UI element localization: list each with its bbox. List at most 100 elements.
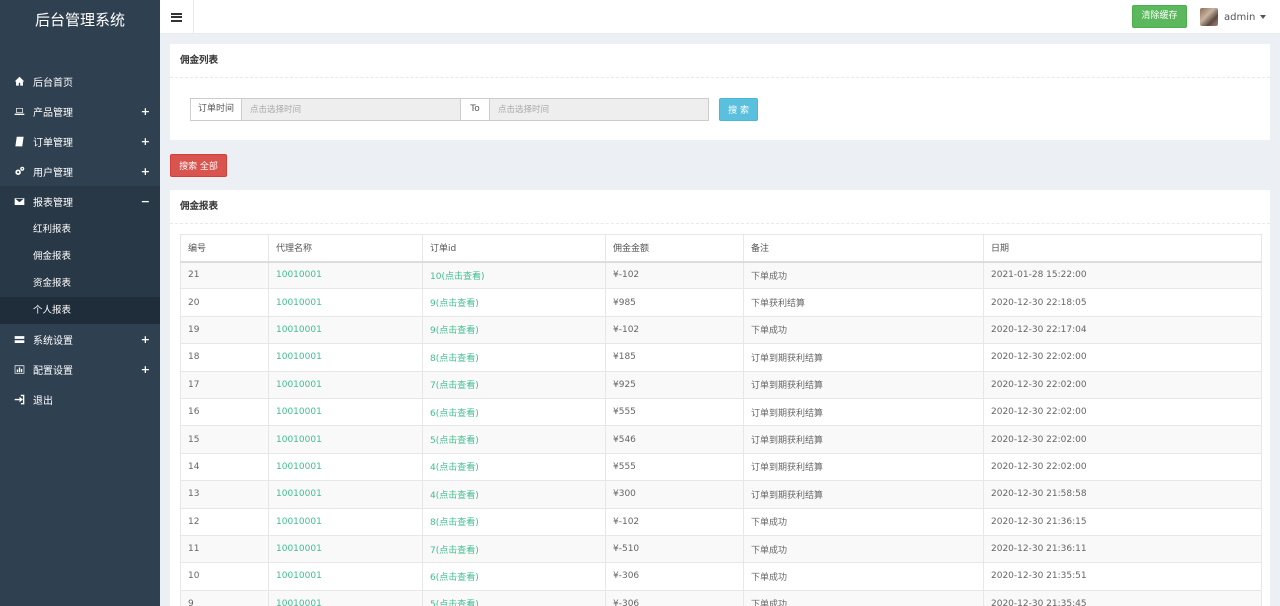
cell-note: 订单到期获利结算 (743, 425, 984, 454)
agent-link[interactable]: 10010001 (276, 270, 322, 280)
column-header-note[interactable]: 备注 (743, 234, 984, 263)
order-link[interactable]: 9(点击查看) (430, 326, 479, 336)
order-link[interactable]: 10(点击查看) (430, 272, 484, 282)
cell-note: 订单到期获利结算 (743, 370, 984, 399)
sidebar-subitem-commission[interactable]: 佣金报表 (0, 243, 160, 270)
agent-link[interactable]: 10010001 (276, 325, 322, 335)
commission-table: 编号 代理名称 订单id 佣金金额 备注 日期 21 10010001 10(点击查… (180, 234, 1262, 606)
cell-amount: ¥185 (605, 343, 744, 372)
sidebar-item-label: 退出 (33, 395, 53, 407)
order-link[interactable]: 6(点击查看) (430, 409, 479, 419)
order-link[interactable]: 5(点击查看) (430, 436, 479, 446)
cell-date: 2020-12-30 22:18:05 (983, 288, 1262, 317)
panel-title: 佣金列表 (170, 44, 1270, 78)
cell-agent: 10010001 (268, 534, 423, 564)
sidebar-item-system[interactable]: 系统设置 + (0, 324, 160, 354)
order-link[interactable]: 5(点击查看) (430, 600, 479, 606)
sidebar-subitem-funds[interactable]: 资金报表 (0, 270, 160, 297)
cell-date: 2020-12-30 22:02:00 (983, 452, 1262, 482)
server-icon (13, 333, 25, 345)
cell-date: 2020-12-30 22:02:00 (983, 425, 1262, 454)
end-date-input[interactable] (490, 98, 710, 121)
cell-amount: ¥300 (605, 480, 744, 509)
agent-link[interactable]: 10010001 (276, 407, 322, 417)
sidebar-subitem-personal[interactable]: 个人报表 (0, 297, 160, 324)
menu-toggle-button[interactable] (160, 0, 194, 34)
cell-order: 9(点击查看) (422, 288, 606, 317)
agent-link[interactable]: 10010001 (276, 489, 322, 499)
cell-id: 11 (180, 534, 269, 564)
avatar (1200, 8, 1218, 26)
search-all-button[interactable]: 搜索 全部 (170, 154, 227, 177)
search-button[interactable]: 搜 索 (719, 98, 759, 121)
cell-agent: 10010001 (268, 425, 423, 454)
order-link[interactable]: 9(点击查看) (430, 299, 479, 309)
cell-date: 2020-12-30 21:36:11 (983, 534, 1262, 564)
cell-note: 下单成功 (743, 562, 984, 591)
column-header-amount[interactable]: 佣金金额 (605, 234, 744, 263)
start-date-input[interactable] (242, 98, 462, 121)
order-link[interactable]: 7(点击查看) (430, 381, 479, 391)
sidebar-item-product[interactable]: 产品管理 + (0, 96, 160, 126)
table-row: 20 10010001 9(点击查看) ¥985 下单获利结算 2020-12-30 22… (180, 288, 1262, 317)
column-header-order[interactable]: 订单id (422, 234, 606, 263)
table-row: 13 10010001 4(点击查看) ¥300 订单到期获利结算 2020-12-30 … (180, 480, 1262, 509)
table-row: 11 10010001 7(点击查看) ¥-510 下单成功 2020-12-30 21:… (180, 534, 1262, 564)
order-link[interactable]: 6(点击查看) (430, 573, 479, 583)
agent-link[interactable]: 10010001 (276, 352, 322, 362)
agent-link[interactable]: 10010001 (276, 380, 322, 390)
agent-link[interactable]: 10010001 (276, 298, 322, 308)
expand-icon: + (140, 134, 150, 148)
sidebar-item-home[interactable]: 后台首页 (0, 66, 160, 96)
cell-date: 2020-12-30 21:36:15 (983, 507, 1262, 536)
home-icon (13, 75, 25, 87)
agent-link[interactable]: 10010001 (276, 435, 322, 445)
cell-agent: 10010001 (268, 315, 423, 345)
expand-icon: + (140, 104, 150, 118)
caret-down-icon (1260, 15, 1267, 19)
order-link[interactable]: 4(点击查看) (430, 463, 479, 473)
sidebar-item-logout[interactable]: 退出 (0, 384, 160, 414)
agent-link[interactable]: 10010001 (276, 544, 322, 554)
cell-date: 2020-12-30 21:35:51 (983, 562, 1262, 591)
cell-date: 2020-12-30 22:02:00 (983, 343, 1262, 372)
cell-order: 8(点击查看) (422, 507, 606, 536)
cell-note: 订单到期获利结算 (743, 452, 984, 482)
clear-cache-button[interactable]: 清除缓存 (1132, 5, 1187, 28)
sidebar-item-label: 订单管理 (33, 137, 73, 149)
book-icon (13, 135, 25, 147)
order-link[interactable]: 7(点击查看) (430, 546, 479, 556)
sidebar: 后台管理系统 后台首页 产品管理 + 订单管理 + 用户管理 + 报表管理 − … (0, 0, 160, 606)
column-header-id[interactable]: 编号 (180, 234, 269, 263)
user-menu[interactable]: admin (1200, 7, 1267, 27)
cell-order: 5(点击查看) (422, 425, 606, 454)
cell-id: 14 (180, 452, 269, 482)
sidebar-subitem-dividend[interactable]: 红利报表 (0, 216, 160, 243)
agent-link[interactable]: 10010001 (276, 462, 322, 472)
table-row: 9 10010001 5(点击查看) ¥-306 下单成功 2020-12-30 21:3… (180, 589, 1262, 606)
username: admin (1224, 11, 1256, 23)
sidebar-item-report[interactable]: 报表管理 − (0, 186, 160, 216)
agent-link[interactable]: 10010001 (276, 571, 322, 581)
cell-note: 下单成功 (743, 315, 984, 345)
panel-title: 佣金报表 (170, 190, 1270, 224)
agent-link[interactable]: 10010001 (276, 599, 322, 606)
sidebar-item-order[interactable]: 订单管理 + (0, 126, 160, 156)
cell-amount: ¥546 (605, 425, 744, 454)
agent-link[interactable]: 10010001 (276, 517, 322, 527)
table-body: 21 10010001 10(点击查看) ¥-102 下单成功 2021-01-28 15… (180, 260, 1262, 606)
order-link[interactable]: 4(点击查看) (430, 491, 479, 501)
sidebar-item-config[interactable]: 配置设置 + (0, 354, 160, 384)
cell-agent: 10010001 (268, 260, 423, 290)
cell-order: 5(点击查看) (422, 589, 606, 606)
sidebar-nav: 后台首页 产品管理 + 订单管理 + 用户管理 + 报表管理 − 红利报表 佣金… (0, 66, 160, 414)
cell-agent: 10010001 (268, 480, 423, 509)
cell-note: 下单成功 (743, 260, 984, 290)
to-label: To (461, 98, 491, 121)
order-link[interactable]: 8(点击查看) (430, 354, 479, 364)
column-header-agent[interactable]: 代理名称 (268, 234, 423, 263)
cell-amount: ¥985 (605, 288, 744, 317)
order-link[interactable]: 8(点击查看) (430, 518, 479, 528)
sidebar-item-user[interactable]: 用户管理 + (0, 156, 160, 186)
column-header-date[interactable]: 日期 (983, 234, 1262, 263)
